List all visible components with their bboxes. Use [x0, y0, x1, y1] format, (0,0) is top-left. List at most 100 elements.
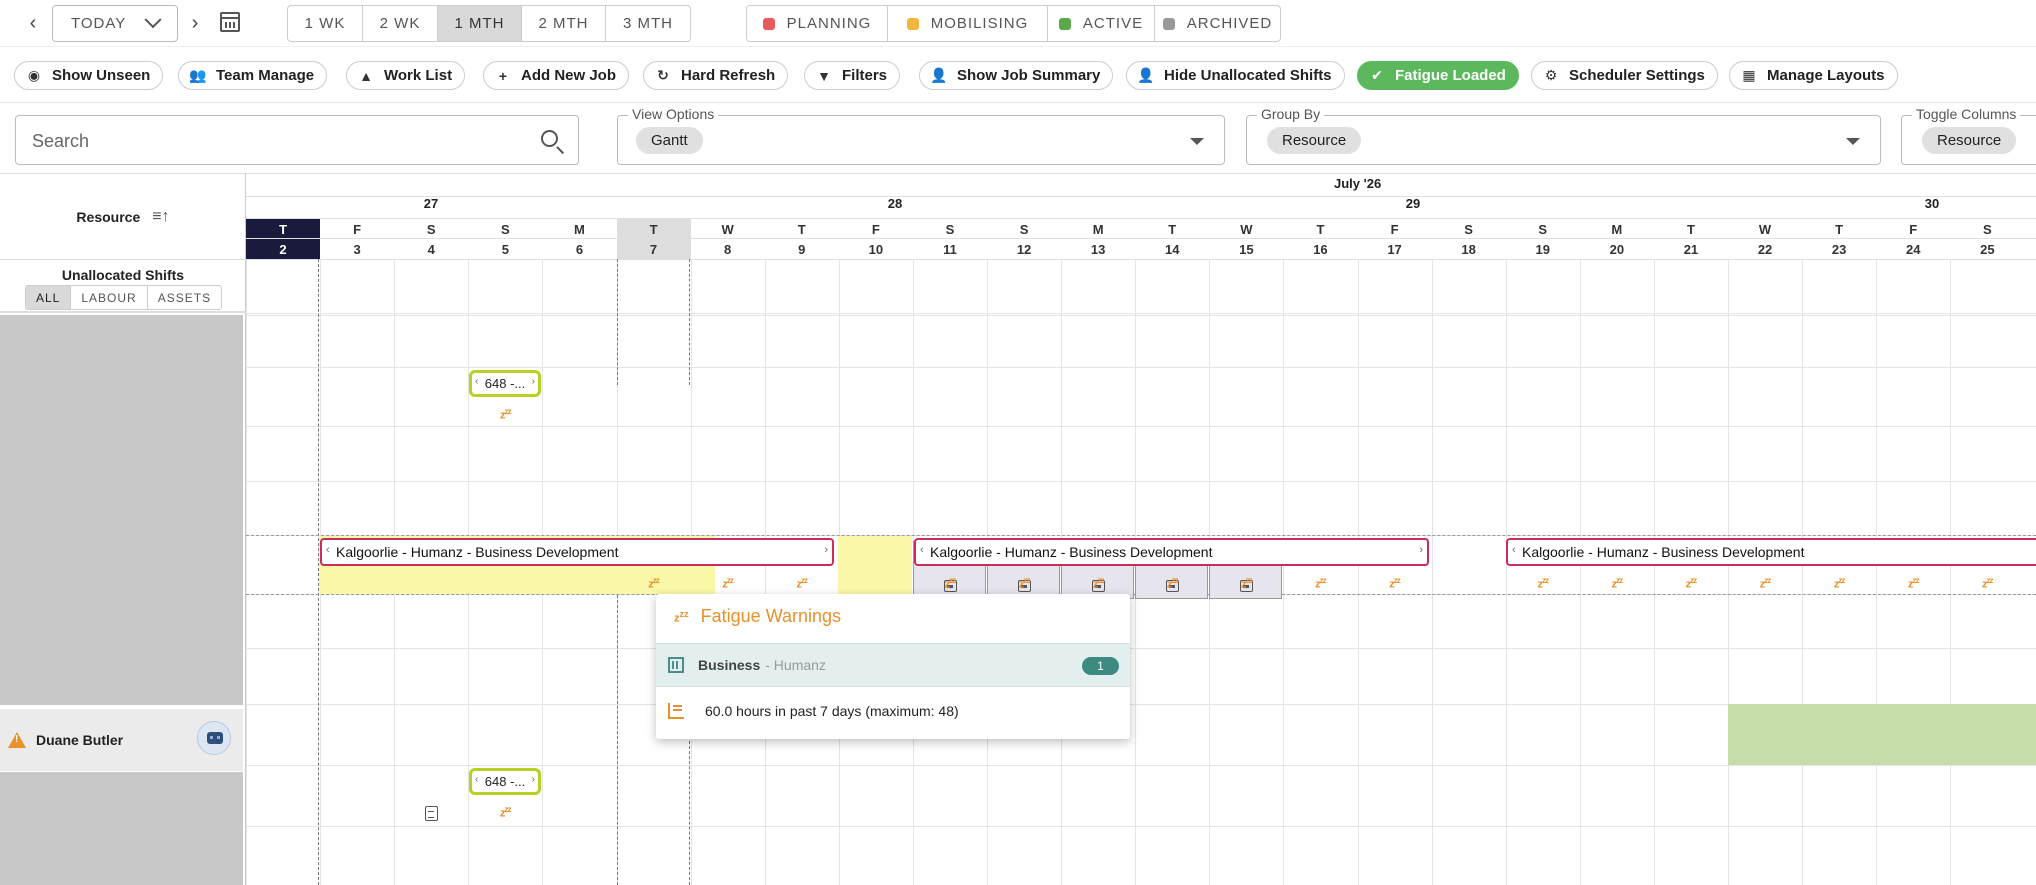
- popup-business-row[interactable]: Business - Humanz 1: [656, 643, 1130, 687]
- toggle-columns-chip[interactable]: Resource: [1922, 127, 2017, 154]
- filters-button[interactable]: ▼ Filters: [804, 61, 901, 90]
- day-number[interactable]: 17: [1358, 238, 1432, 260]
- day-number[interactable]: 23: [1802, 238, 1876, 260]
- day-number[interactable]: 19: [1506, 238, 1580, 260]
- dropdown-arrow-icon[interactable]: [1846, 138, 1860, 145]
- day-number[interactable]: 8: [691, 238, 765, 260]
- sleep-icon[interactable]: zzz: [1602, 576, 1632, 591]
- day-number[interactable]: 13: [1061, 238, 1135, 260]
- day-number[interactable]: 2: [246, 238, 321, 260]
- work-list-button[interactable]: ▲ Work List: [346, 61, 466, 90]
- day-number[interactable]: 25: [1950, 238, 2024, 260]
- day-number[interactable]: 7: [616, 238, 691, 260]
- day-number[interactable]: 16: [1283, 238, 1357, 260]
- sleep-icon[interactable]: zzz: [935, 576, 965, 591]
- sleep-icon[interactable]: zzz: [1157, 576, 1187, 591]
- range-1wk[interactable]: 1 WK: [288, 6, 363, 41]
- day-number[interactable]: 15: [1209, 238, 1283, 260]
- day-number[interactable]: 11: [913, 238, 987, 260]
- day-number[interactable]: 21: [1654, 238, 1728, 260]
- sleep-icon[interactable]: zzz: [1898, 576, 1928, 591]
- manage-layouts-button[interactable]: ▦ Manage Layouts: [1729, 61, 1898, 90]
- resource-row-duane-butler[interactable]: Duane Butler: [0, 709, 243, 771]
- avatar[interactable]: [197, 721, 231, 755]
- prev-period-icon[interactable]: ‹: [22, 8, 44, 38]
- show-job-summary-button[interactable]: 👤 Show Job Summary: [919, 61, 1114, 90]
- planning-dot-icon: [762, 17, 775, 30]
- range-2wk[interactable]: 2 WK: [363, 6, 438, 41]
- status-mobilising[interactable]: MOBILISING: [888, 6, 1048, 41]
- group-by-select[interactable]: Group By Resource: [1246, 106, 1881, 165]
- range-1mth[interactable]: 1 MTH: [438, 6, 522, 41]
- day-number[interactable]: 3: [320, 238, 394, 260]
- sleep-icon[interactable]: zzz: [787, 576, 817, 591]
- status-archived[interactable]: ARCHIVED: [1155, 6, 1280, 41]
- day-letter: S: [945, 221, 955, 237]
- sleep-icon[interactable]: zzz: [1750, 576, 1780, 591]
- team-manage-button[interactable]: 👥 Team Manage: [178, 61, 328, 90]
- hide-unallocated-button[interactable]: 👤 Hide Unallocated Shifts: [1126, 61, 1345, 90]
- tab-assets[interactable]: ASSETS: [148, 286, 221, 309]
- sleep-icon[interactable]: zzz: [490, 407, 520, 422]
- calendar-icon[interactable]: [220, 12, 240, 32]
- sleep-icon[interactable]: zzz: [1305, 576, 1335, 591]
- unallocated-rows-block: [0, 315, 243, 705]
- range-3mth[interactable]: 3 MTH: [606, 6, 690, 41]
- job-bar[interactable]: ‹ Kalgoorlie - Humanz - Business Develop…: [1506, 538, 2036, 566]
- sleep-icon[interactable]: zzz: [1009, 576, 1039, 591]
- sleep-icon[interactable]: zzz: [713, 576, 743, 591]
- day-letter: F: [353, 221, 362, 237]
- grid-column-line: [1653, 259, 1655, 885]
- day-number[interactable]: 5: [468, 238, 542, 260]
- popup-warning-row: 60.0 hours in past 7 days (maximum: 48): [656, 691, 1130, 731]
- search-input[interactable]: [32, 128, 512, 154]
- resource-header: Resource ≡↑: [0, 174, 246, 259]
- hard-refresh-button[interactable]: ↻ Hard Refresh: [643, 61, 789, 90]
- toggle-columns-select[interactable]: Toggle Columns Resource: [1901, 106, 2036, 165]
- chevron-left-icon: ‹: [475, 774, 479, 785]
- sort-icon[interactable]: ≡↑: [152, 208, 169, 226]
- sleep-icon[interactable]: zzz: [1231, 576, 1261, 591]
- status-active[interactable]: ACTIVE: [1048, 6, 1155, 41]
- today-dropdown[interactable]: TODAY: [52, 5, 178, 42]
- job-bar[interactable]: ‹ Kalgoorlie - Humanz - Business Develop…: [320, 538, 834, 566]
- day-letter: S: [501, 221, 510, 237]
- sleep-icon[interactable]: zzz: [1380, 576, 1410, 591]
- day-number[interactable]: 18: [1432, 238, 1506, 260]
- clipboard-icon[interactable]: [425, 806, 438, 821]
- sleep-icon[interactable]: zzz: [639, 576, 669, 591]
- add-new-job-button[interactable]: + Add New Job: [483, 61, 630, 90]
- range-2mth[interactable]: 2 MTH: [522, 6, 606, 41]
- next-period-icon[interactable]: ›: [184, 8, 206, 38]
- day-number[interactable]: 12: [987, 238, 1061, 260]
- day-number[interactable]: 10: [839, 238, 913, 260]
- day-number[interactable]: 22: [1728, 238, 1802, 260]
- view-options-chip[interactable]: Gantt: [636, 127, 703, 154]
- sleep-icon[interactable]: zzz: [1824, 576, 1854, 591]
- sleep-icon[interactable]: zzz: [1676, 576, 1706, 591]
- sleep-icon[interactable]: zzz: [1972, 576, 2002, 591]
- tab-all[interactable]: ALL: [26, 286, 72, 309]
- job-bar[interactable]: ‹ Kalgoorlie - Humanz - Business Develop…: [914, 538, 1429, 566]
- day-number[interactable]: 6: [542, 238, 616, 260]
- shift-chip[interactable]: ‹ 648 -... ›: [469, 768, 541, 795]
- shift-chip[interactable]: ‹ 648 -... ›: [469, 370, 541, 397]
- group-by-chip[interactable]: Resource: [1267, 127, 1362, 154]
- view-options-select[interactable]: View Options Gantt: [617, 106, 1225, 165]
- day-number[interactable]: 20: [1580, 238, 1654, 260]
- scheduler-settings-button[interactable]: ⚙ Scheduler Settings: [1531, 61, 1718, 90]
- day-number[interactable]: 24: [1876, 238, 1950, 260]
- fatigue-loaded-button[interactable]: ✔ Fatigue Loaded: [1357, 61, 1519, 90]
- show-unseen-button[interactable]: ◉ Show Unseen: [14, 61, 164, 90]
- tab-labour[interactable]: LABOUR: [71, 286, 148, 309]
- dropdown-arrow-icon[interactable]: [1190, 138, 1204, 145]
- sleep-icon[interactable]: zzz: [1083, 576, 1113, 591]
- sleep-icon[interactable]: zzz: [1528, 576, 1558, 591]
- search-icon[interactable]: [541, 130, 558, 147]
- day-letter: S: [426, 221, 436, 237]
- day-number[interactable]: 4: [394, 238, 468, 260]
- sleep-icon[interactable]: zzz: [490, 805, 520, 820]
- day-number[interactable]: 9: [765, 238, 839, 260]
- status-planning[interactable]: PLANNING: [747, 6, 888, 41]
- day-number[interactable]: 14: [1135, 238, 1209, 260]
